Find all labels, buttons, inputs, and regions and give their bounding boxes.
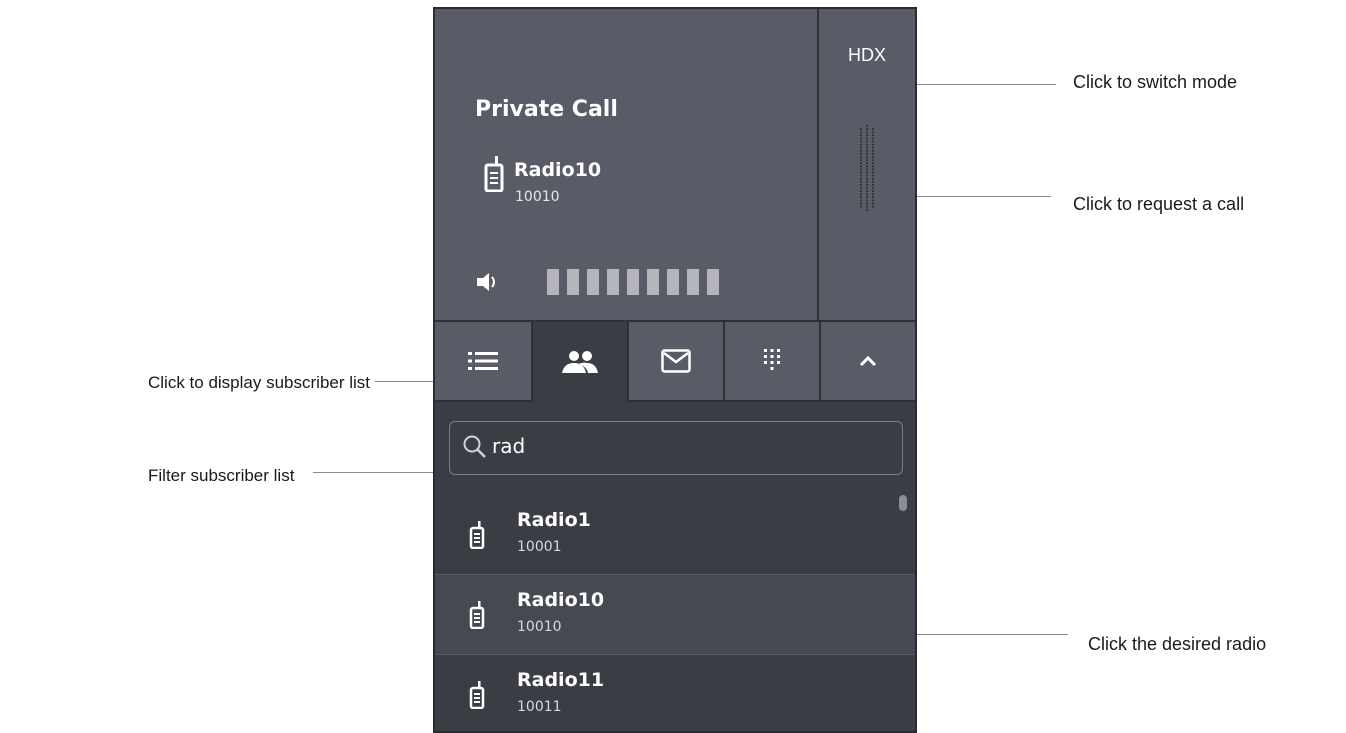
- volume-bar: [627, 269, 639, 295]
- search-value: rad: [492, 434, 526, 458]
- annotation-switch-mode: Click to switch mode: [1073, 72, 1238, 92]
- volume-bar: [707, 269, 719, 295]
- navigation-tabs: [435, 322, 915, 402]
- annotation-desired-radio: Click the desired radio: [1088, 634, 1267, 654]
- speaker-icon[interactable]: [475, 271, 499, 298]
- mail-icon: [661, 349, 691, 373]
- search-icon: [462, 434, 488, 465]
- ptt-call-button[interactable]: [855, 123, 879, 218]
- subscriber-name: Radio11: [517, 669, 605, 691]
- subscriber-row-radio11[interactable]: Radio11 10011: [435, 655, 915, 731]
- radio-icon: [469, 601, 485, 634]
- subscriber-id: 10010: [517, 619, 562, 635]
- keypad-icon: [764, 349, 780, 370]
- subscriber-id: 10011: [517, 699, 562, 715]
- active-radio-id: 10010: [515, 189, 560, 205]
- chevron-up-icon: [859, 355, 877, 367]
- volume-bar: [567, 269, 579, 295]
- active-radio-name: Radio10: [514, 159, 602, 181]
- volume-bar: [667, 269, 679, 295]
- tab-keypad[interactable]: [725, 322, 821, 402]
- call-panel: Private Call Radio10 10010 HDX rad Radio…: [433, 7, 917, 733]
- side-controls: HDX: [819, 9, 915, 322]
- subscribers-icon: [562, 351, 598, 373]
- volume-bar: [607, 269, 619, 295]
- ptt-dots-icon: [860, 125, 874, 211]
- tab-messages[interactable]: [629, 322, 725, 402]
- subscriber-id: 10001: [517, 539, 562, 555]
- subscriber-row-radio1[interactable]: Radio1 10001: [435, 495, 915, 575]
- mode-switch-button[interactable]: HDX: [819, 45, 915, 66]
- volume-bar: [647, 269, 659, 295]
- annotation-display-subscriber-list: Click to display subscriber list: [148, 373, 371, 392]
- list-icon: [468, 352, 498, 370]
- subscriber-name: Radio10: [517, 589, 605, 611]
- radio-icon: [469, 521, 485, 554]
- call-type-title: Private Call: [475, 97, 618, 122]
- annotation-request-call: Click to request a call: [1073, 194, 1245, 214]
- tab-collapse[interactable]: [821, 322, 915, 402]
- annotation-filter-subscriber-list: Filter subscriber list: [148, 466, 295, 485]
- volume-level-bars[interactable]: [547, 269, 719, 295]
- tab-list[interactable]: [435, 322, 533, 402]
- volume-bar: [587, 269, 599, 295]
- volume-bar: [547, 269, 559, 295]
- subscriber-search-input[interactable]: rad: [449, 421, 903, 475]
- subscriber-row-radio10[interactable]: Radio10 10010: [435, 575, 915, 655]
- volume-bar: [687, 269, 699, 295]
- call-status-area: Private Call Radio10 10010: [435, 9, 819, 322]
- annotation-line-switch-mode: [898, 84, 1056, 85]
- subscriber-name: Radio1: [517, 509, 591, 531]
- radio-icon: [483, 156, 505, 197]
- radio-icon: [469, 681, 485, 714]
- tab-subscribers[interactable]: [533, 322, 629, 402]
